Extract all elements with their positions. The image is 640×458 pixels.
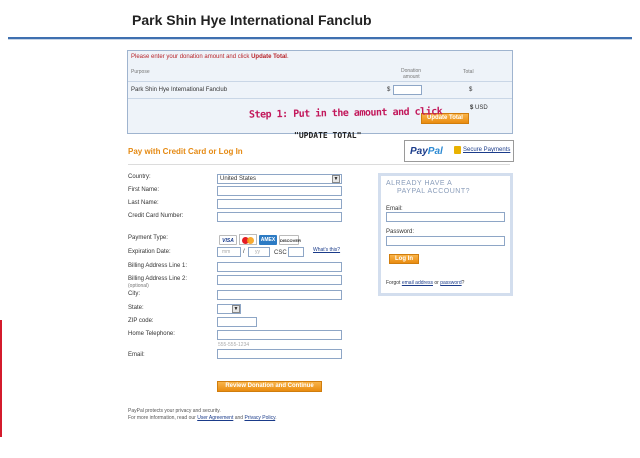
first-name-label: First Name: xyxy=(128,187,160,193)
phone-field[interactable] xyxy=(217,330,342,340)
csc-label: CSC xyxy=(274,250,287,256)
email-label: Email: xyxy=(128,352,145,358)
country-select[interactable]: United States xyxy=(217,174,342,184)
login-button[interactable]: Log In xyxy=(389,254,419,264)
column-header-total: Total xyxy=(463,69,474,75)
card-number-field[interactable] xyxy=(217,212,342,222)
privacy-note: PayPal protects your privacy and securit… xyxy=(128,408,221,414)
donation-amount-input[interactable] xyxy=(393,85,422,95)
privacy-policy-link[interactable]: Privacy Policy xyxy=(244,415,275,421)
amex-card-icon[interactable]: AMEX xyxy=(259,235,277,245)
phone-example: 555-555-1234 xyxy=(218,342,250,348)
billing-line2-field[interactable] xyxy=(217,275,342,285)
exp-month-field[interactable]: mm xyxy=(217,247,241,257)
exp-slash: / xyxy=(243,249,245,255)
zip-field[interactable] xyxy=(217,317,257,327)
donation-instruction: Please enter your donation amount and cl… xyxy=(131,54,289,60)
card-number-label: Credit Card Number: xyxy=(128,213,184,219)
user-agreement-link[interactable]: User Agreement xyxy=(197,415,233,421)
donation-purpose: Park Shin Hye International Fanclub xyxy=(131,87,228,93)
usd-total-label: $ USD xyxy=(470,105,488,111)
city-label: City: xyxy=(128,291,140,297)
donation-row-divider xyxy=(128,81,512,82)
column-header-purpose: Purpose xyxy=(131,69,150,75)
expiration-label: Expiration Date: xyxy=(128,249,171,255)
paypal-logo: PayPal xyxy=(410,146,443,157)
login-password-label: Password: xyxy=(386,229,415,235)
header-divider-shadow xyxy=(8,39,632,40)
discover-card-icon[interactable]: DISCOVER xyxy=(279,235,301,245)
zip-label: ZIP code: xyxy=(128,318,154,324)
csc-field[interactable] xyxy=(288,247,304,257)
login-heading-line2: PAYPAL ACCOUNT? xyxy=(397,188,470,195)
chevron-down-icon[interactable]: ▼ xyxy=(332,175,340,183)
page-title: Park Shin Hye International Fanclub xyxy=(132,12,372,28)
billing-line2-optional: (optional) xyxy=(128,283,149,289)
payment-type-label: Payment Type: xyxy=(128,235,168,241)
state-label: State: xyxy=(128,305,144,311)
visa-card-icon[interactable]: VISA xyxy=(219,235,237,245)
step1-annotation-cont: "UPDATE TOTAL" xyxy=(294,131,362,140)
country-label: Country: xyxy=(128,174,151,180)
last-name-label: Last Name: xyxy=(128,200,159,206)
billing-line2-label: Billing Address Line 2: xyxy=(128,276,188,282)
secure-payments-link[interactable]: Secure Payments xyxy=(463,147,510,153)
mastercard-icon[interactable] xyxy=(239,234,257,245)
chevron-down-icon[interactable]: ▼ xyxy=(232,305,240,313)
billing-line1-field[interactable] xyxy=(217,262,342,272)
whats-this-link[interactable]: What's this? xyxy=(313,247,340,253)
last-name-field[interactable] xyxy=(217,199,342,209)
left-edge-marker xyxy=(0,320,2,437)
privacy-links: For more information, read our User Agre… xyxy=(128,415,277,421)
lock-icon xyxy=(454,146,461,154)
forgot-email-link[interactable]: email address xyxy=(402,280,433,286)
phone-label: Home Telephone: xyxy=(128,331,175,337)
donation-total: $ xyxy=(469,87,473,93)
review-continue-button[interactable]: Review Donation and Continue xyxy=(217,381,322,392)
login-email-field[interactable] xyxy=(386,212,505,222)
city-field[interactable] xyxy=(217,290,342,300)
pay-section-title: Pay with Credit Card or Log In xyxy=(128,147,243,156)
exp-year-field[interactable]: yy xyxy=(248,247,270,257)
donation-row-divider-2 xyxy=(128,98,512,99)
first-name-field[interactable] xyxy=(217,186,342,196)
login-password-field[interactable] xyxy=(386,236,505,246)
email-field[interactable] xyxy=(217,349,342,359)
form-divider xyxy=(128,164,510,165)
column-header-amount-line2: amount xyxy=(403,74,420,80)
forgot-password-link[interactable]: password xyxy=(440,280,461,286)
billing-line1-label: Billing Address Line 1: xyxy=(128,263,188,269)
login-heading-line1: ALREADY HAVE A xyxy=(386,180,453,187)
forgot-credentials: Forgot email address or password? xyxy=(386,280,465,286)
currency-symbol: $ xyxy=(387,87,391,93)
